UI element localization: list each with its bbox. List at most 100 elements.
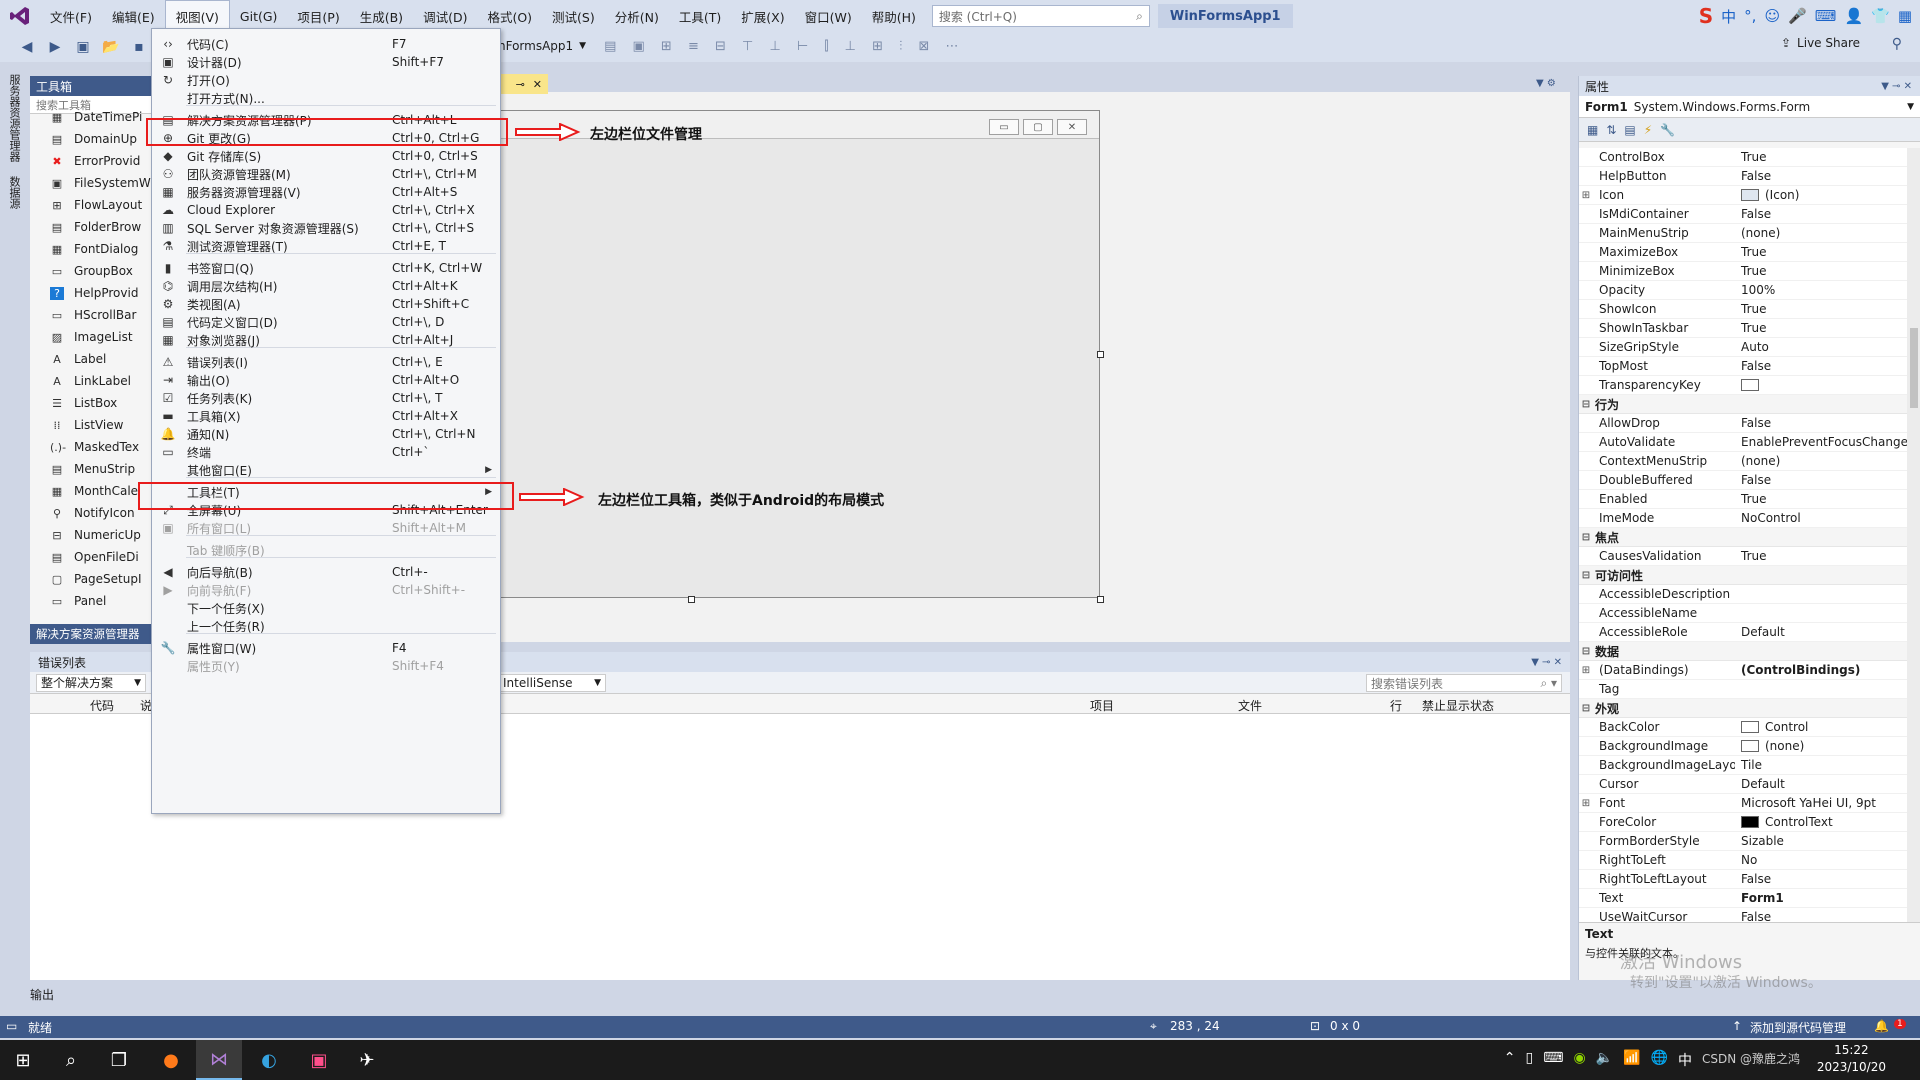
property-row[interactable]: TransparencyKey xyxy=(1579,376,1907,395)
save-icon[interactable]: ▪ xyxy=(130,39,148,55)
menu-item-9[interactable]: 分析(N) xyxy=(605,0,669,32)
grid-menu-icon[interactable]: ▦ xyxy=(1898,7,1912,25)
property-row[interactable]: Tag xyxy=(1579,680,1907,699)
property-row[interactable]: HelpButton False xyxy=(1579,167,1907,186)
property-value[interactable]: False xyxy=(1735,416,1907,430)
expand-icon[interactable]: ⊞ xyxy=(1579,798,1593,809)
property-value[interactable] xyxy=(1735,379,1907,391)
add-source-control-button[interactable]: 添加到源代码管理 xyxy=(1750,1019,1846,1036)
error-source-dropdown[interactable]: IntelliSense ▼ xyxy=(498,674,606,692)
property-row[interactable]: BackgroundImageLayout Tile xyxy=(1579,756,1907,775)
punctuation-icon[interactable]: °, xyxy=(1744,7,1756,25)
collapse-icon[interactable]: ⊟ xyxy=(1579,399,1593,410)
toolbox-item[interactable]: ? HelpProvid xyxy=(30,282,151,304)
collapse-icon[interactable]: ⊟ xyxy=(1579,703,1593,714)
property-value[interactable]: True xyxy=(1735,549,1907,563)
property-row[interactable]: ControlBox True xyxy=(1579,148,1907,167)
menu-item-10[interactable]: 工具(T) xyxy=(669,0,731,32)
solution-explorer-tab[interactable]: 解决方案资源管理器 xyxy=(30,624,152,644)
resize-handle-bottom[interactable] xyxy=(688,596,695,603)
column-code[interactable]: 代码 xyxy=(90,697,114,714)
tab-overflow-icon[interactable]: ▼ ⚙ xyxy=(1536,78,1556,89)
live-share-button[interactable]: ⇪ Live Share xyxy=(1781,36,1860,50)
property-row[interactable]: AccessibleDescription xyxy=(1579,585,1907,604)
toolbox-item[interactable]: ▭ Panel xyxy=(30,590,151,612)
toolbox-item[interactable]: ☰ ListBox xyxy=(30,392,151,414)
property-value[interactable]: Auto xyxy=(1735,340,1907,354)
sogou-ime-icon[interactable]: S xyxy=(1699,4,1713,28)
property-value[interactable]: EnablePreventFocusChange xyxy=(1735,435,1907,449)
properties-object-selector[interactable]: Form1 System.Windows.Forms.Form ▼ xyxy=(1579,96,1920,118)
panel-controls-icon[interactable]: ▼ ⊸ ✕ xyxy=(1531,657,1562,668)
property-value[interactable]: Tile xyxy=(1735,758,1907,772)
expand-icon[interactable]: ⊞ xyxy=(1579,190,1593,201)
property-value[interactable]: True xyxy=(1735,321,1907,335)
toolbox-item[interactable]: ⚲ NotifyIcon xyxy=(30,502,151,524)
collapse-icon[interactable]: ⊟ xyxy=(1579,532,1593,543)
property-row[interactable]: Opacity 100% xyxy=(1579,281,1907,300)
menu-item-2[interactable]: 视图(V) xyxy=(164,0,230,31)
firefox-icon[interactable]: ● xyxy=(148,1040,194,1080)
close-icon[interactable]: ✕ xyxy=(533,78,542,91)
output-tab[interactable]: 输出 xyxy=(30,986,54,1003)
toolbox-item[interactable]: ▣ FileSystemW xyxy=(30,172,151,194)
wifi-icon[interactable]: 📶 xyxy=(1623,1050,1640,1070)
events-icon[interactable]: ⚡ xyxy=(1644,123,1652,137)
property-row[interactable]: BackColor Control xyxy=(1579,718,1907,737)
property-row[interactable]: AutoValidate EnablePreventFocusChange xyxy=(1579,433,1907,452)
property-row[interactable]: ⊞ Font Microsoft YaHei UI, 9pt xyxy=(1579,794,1907,813)
property-row[interactable]: ImeMode NoControl xyxy=(1579,509,1907,528)
view-menu-item[interactable]: ▣ 所有窗口(L) Shift+Alt+M xyxy=(152,517,500,539)
panel-controls-icon[interactable]: ▼ ⊸ ✕ xyxy=(1881,81,1912,92)
property-category[interactable]: ⊟ 焦点 xyxy=(1579,528,1907,547)
property-value[interactable]: (none) xyxy=(1735,739,1907,753)
column-file[interactable]: 文件 xyxy=(1238,697,1262,714)
notification-bell-icon[interactable]: 🔔 xyxy=(1874,1019,1889,1033)
menu-item-11[interactable]: 扩展(X) xyxy=(731,0,794,32)
ime-chinese-icon[interactable]: 中 xyxy=(1721,6,1736,27)
keyboard-icon[interactable]: ⌨ xyxy=(1543,1050,1563,1070)
toolbox-item[interactable]: ▤ FolderBrow xyxy=(30,216,151,238)
property-row[interactable]: IsMdiContainer False xyxy=(1579,205,1907,224)
property-row[interactable]: ⊞ Icon (Icon) xyxy=(1579,186,1907,205)
error-scope-dropdown[interactable]: 整个解决方案 ▼ xyxy=(36,673,146,692)
menu-item-8[interactable]: 测试(S) xyxy=(542,0,605,32)
property-value[interactable]: False xyxy=(1735,169,1907,183)
column-project[interactable]: 项目 xyxy=(1090,697,1114,714)
property-row[interactable]: CausesValidation True xyxy=(1579,547,1907,566)
volume-icon[interactable]: 🔈 xyxy=(1596,1050,1613,1070)
alphabetical-icon[interactable]: ⇅ xyxy=(1606,123,1616,137)
toolbox-item[interactable]: ⊞ FlowLayout xyxy=(30,194,151,216)
view-menu-item[interactable]: 属性页(Y) Shift+F4 xyxy=(152,655,500,677)
view-menu-item[interactable]: 上一个任务(R) xyxy=(152,615,500,637)
task-view-icon[interactable]: ❐ xyxy=(96,1040,142,1080)
toolbox-item[interactable]: ✖ ErrorProvid xyxy=(30,150,151,172)
property-row[interactable]: UseWaitCursor False xyxy=(1579,908,1907,922)
property-value[interactable]: True xyxy=(1735,302,1907,316)
data-sources-tab[interactable]: 数据源 xyxy=(6,176,22,209)
property-row[interactable]: MaximizeBox True xyxy=(1579,243,1907,262)
property-row[interactable]: ShowIcon True xyxy=(1579,300,1907,319)
microphone-icon[interactable]: 🎤 xyxy=(1788,7,1807,25)
menu-item-13[interactable]: 帮助(H) xyxy=(862,0,926,32)
toolbox-item[interactable]: ▤ DomainUp xyxy=(30,128,151,150)
forward-icon[interactable]: ▶ xyxy=(46,39,64,55)
toolbox-item[interactable]: ▤ MenuStrip xyxy=(30,458,151,480)
property-row[interactable]: BackgroundImage (none) xyxy=(1579,737,1907,756)
property-value[interactable]: False xyxy=(1735,872,1907,886)
property-value[interactable]: True xyxy=(1735,492,1907,506)
toolbox-item[interactable]: (.)- MaskedTex xyxy=(30,436,151,458)
property-row[interactable]: SizeGripStyle Auto xyxy=(1579,338,1907,357)
back-icon[interactable]: ◀ xyxy=(18,39,36,55)
bird-app-icon[interactable]: ✈ xyxy=(344,1040,390,1080)
menu-item-0[interactable]: 文件(F) xyxy=(40,0,102,32)
property-value[interactable]: False xyxy=(1735,359,1907,373)
property-value[interactable]: False xyxy=(1735,207,1907,221)
property-category[interactable]: ⊟ 行为 xyxy=(1579,395,1907,414)
tab-form1-designer[interactable]: ⊸ ✕ xyxy=(500,74,548,94)
property-value[interactable]: True xyxy=(1735,150,1907,164)
edge-icon[interactable]: ◐ xyxy=(246,1040,292,1080)
property-row[interactable]: Enabled True xyxy=(1579,490,1907,509)
tablet-icon[interactable]: ▯ xyxy=(1526,1050,1534,1070)
column-line[interactable]: 行 xyxy=(1390,697,1402,714)
